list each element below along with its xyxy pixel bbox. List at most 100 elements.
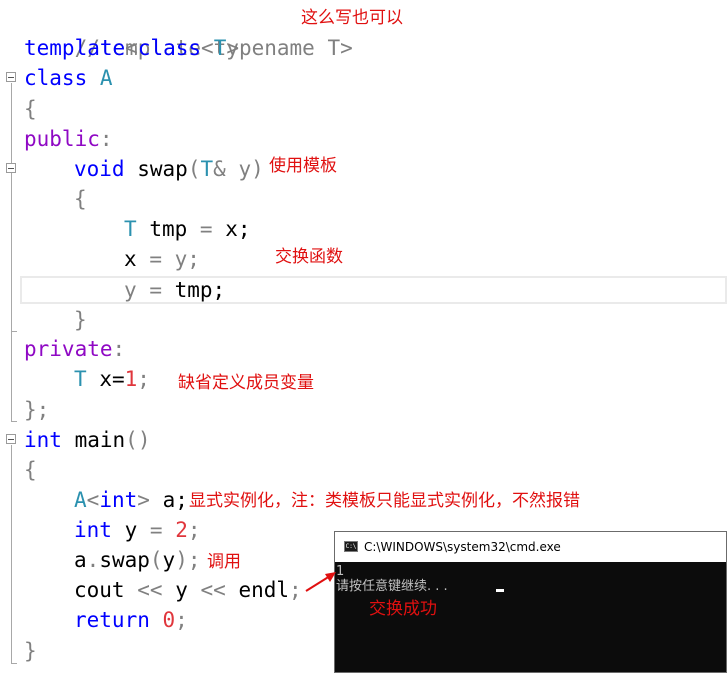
paren-token: ) — [251, 157, 264, 181]
code-line-17[interactable]: A<int> a; — [74, 485, 188, 515]
operator-token: << — [137, 578, 163, 602]
code-line-19[interactable]: a.swap(y); — [74, 545, 201, 575]
code-line-13[interactable]: T x=1; — [74, 364, 150, 394]
annotation-call: 调用 — [207, 552, 241, 572]
semicolon-token: ; — [175, 608, 188, 632]
code-line-9[interactable]: x = y; — [124, 244, 200, 274]
keyword-token: int — [24, 428, 62, 452]
paren-token: () — [125, 428, 151, 452]
code-line-8[interactable]: T tmp = x; — [124, 214, 251, 244]
function-name-token: swap — [99, 548, 150, 572]
variable-token: y — [175, 578, 188, 602]
console-title: C:\WINDOWS\system32\cmd.exe — [364, 540, 561, 554]
fold-toggle-main[interactable] — [6, 434, 16, 444]
code-line-11[interactable]: } — [74, 305, 87, 335]
type-token: T — [213, 36, 227, 60]
variable-token: y; — [174, 247, 200, 271]
variable-token: y — [124, 518, 138, 542]
operator-token: = — [149, 247, 162, 271]
annotation-swap-func: 交换函数 — [275, 247, 343, 267]
brace-token: { — [24, 458, 37, 482]
access-specifier-token: public — [24, 127, 100, 151]
fold-toggle-swap[interactable] — [6, 163, 16, 173]
annotation-explicit-inst: 显式实例化，注：类模板只能显式实例化，不然报错 — [189, 491, 580, 511]
brace-token: { — [24, 97, 37, 121]
variable-token: tmp — [149, 217, 188, 241]
code-line-20[interactable]: cout << y << endl; — [74, 575, 302, 605]
code-line-10[interactable]: y = tmp; — [124, 275, 225, 305]
variable-token: x; — [225, 217, 251, 241]
code-line-15[interactable]: int main() — [24, 425, 150, 455]
operator-token: = — [149, 518, 163, 542]
type-token: T — [200, 157, 214, 181]
keyword-token: class — [24, 66, 88, 90]
function-name-token: main — [74, 428, 126, 452]
paren-token: ( — [187, 157, 201, 181]
brace-token: } — [74, 308, 87, 332]
code-line-14[interactable]: }; — [24, 395, 49, 425]
dot-token: . — [86, 548, 100, 572]
keyword-token: int — [74, 518, 112, 542]
brace-token: } — [24, 639, 37, 663]
code-line-12[interactable]: private: — [24, 334, 125, 364]
fold-guide-main — [11, 445, 12, 663]
variable-token: a; — [162, 488, 188, 512]
class-name-token: A — [74, 488, 87, 512]
paren-token: ); — [175, 548, 201, 572]
console-window[interactable]: C:\ C:\WINDOWS\system32\cmd.exe 1 请按任意键继… — [334, 531, 727, 673]
code-line-22[interactable]: } — [24, 636, 37, 666]
number-token: 0 — [162, 608, 176, 632]
code-line-5[interactable]: public: — [24, 124, 113, 154]
console-output-line-2: 请按任意键继续. . . — [336, 579, 448, 594]
colon-token: : — [112, 337, 126, 361]
code-line-18[interactable]: int y = 2; — [74, 515, 201, 545]
number-token: 2 — [175, 518, 188, 542]
console-cursor — [496, 589, 504, 592]
semicolon-token: ; — [137, 367, 150, 391]
operator-token: = — [149, 278, 162, 302]
keyword-token: void — [74, 157, 125, 181]
semicolon-token: ; — [289, 578, 302, 602]
code-line-3[interactable]: class A — [24, 63, 113, 93]
keyword-token: return — [74, 608, 150, 632]
template-param-token: > — [226, 36, 239, 60]
code-line-21[interactable]: return 0; — [74, 605, 188, 635]
code-line-6[interactable]: void swap(T& y) — [74, 154, 264, 184]
annotation-use-template: 使用模板 — [269, 156, 337, 176]
brace-token: }; — [24, 398, 50, 422]
paren-token: ( — [149, 548, 163, 572]
console-titlebar[interactable]: C:\ C:\WINDOWS\system32\cmd.exe — [335, 532, 726, 562]
fold-toggle-class[interactable] — [6, 72, 16, 82]
code-line-16[interactable]: { — [24, 455, 37, 485]
fold-guide-class-end — [11, 421, 17, 422]
variable-token: y — [124, 278, 137, 302]
code-line-4[interactable]: { — [24, 94, 37, 124]
code-line-7[interactable]: { — [74, 184, 87, 214]
annotation-default-member: 缺省定义成员变量 — [178, 373, 314, 393]
template-param-token: < — [125, 36, 138, 60]
variable-token: endl — [238, 578, 290, 602]
type-token: T — [74, 367, 87, 391]
code-line-2[interactable]: template<class T> — [24, 33, 239, 63]
angle-token: < — [86, 488, 100, 512]
variable-token: cout — [74, 578, 125, 602]
